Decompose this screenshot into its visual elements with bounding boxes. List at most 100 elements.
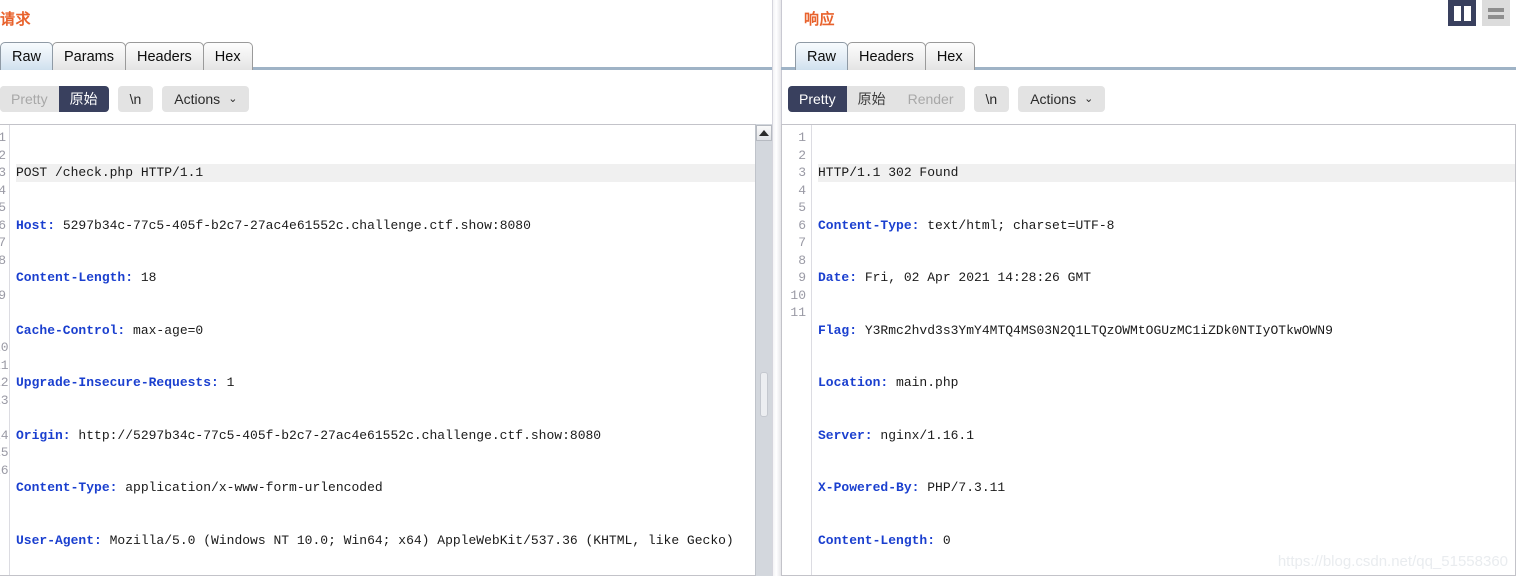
tab-response-hex[interactable]: Hex xyxy=(924,42,975,70)
request-format-segment: Pretty 原始 xyxy=(0,86,109,112)
line-number-blank xyxy=(0,304,6,322)
request-actions-label: Actions xyxy=(174,91,221,107)
line-number: 2 xyxy=(0,147,6,165)
tab-request-raw[interactable]: Raw xyxy=(0,42,54,70)
tab-request-hex[interactable]: Hex xyxy=(202,42,253,70)
request-tabstrip: Raw Params Headers Hex xyxy=(0,40,253,70)
line-number: 14 xyxy=(0,427,9,443)
response-code[interactable]: HTTP/1.1 302 Found Content-Type: text/ht… xyxy=(812,125,1515,575)
header-value: PHP/7.3.11 xyxy=(919,480,1006,495)
response-actions-label: Actions xyxy=(1030,91,1077,107)
line-number: 13 xyxy=(0,392,9,408)
line-number: 11 xyxy=(0,357,9,373)
request-pane-title: 请求 xyxy=(0,11,32,28)
line-number: 9 xyxy=(798,270,806,285)
code-line: Date: Fri, 02 Apr 2021 14:28:26 GMT xyxy=(818,269,1515,287)
header-value: 18 xyxy=(133,270,157,285)
code-line: Server: nginx/1.16.1 xyxy=(818,427,1515,445)
header-key: Cache-Control: xyxy=(16,322,126,338)
header-value: max-age=0 xyxy=(125,322,204,338)
request-code[interactable]: POST /check.php HTTP/1.1 Host: 5297b34c-… xyxy=(10,125,763,575)
line-number: 11 xyxy=(790,305,806,320)
tab-request-params[interactable]: Params xyxy=(52,42,126,70)
header-value: 5297b34c-77c5-405f-b2c7-27ac4e61552c.cha… xyxy=(55,217,531,233)
header-value: 1 xyxy=(218,375,235,390)
header-key: Content-Length: xyxy=(16,270,134,285)
chevron-down-icon: ⌄ xyxy=(1084,92,1094,105)
request-raw-button[interactable]: 原始 xyxy=(58,86,109,112)
chevron-down-icon: ⌄ xyxy=(228,92,238,105)
line-number: 1 xyxy=(798,130,806,145)
header-key: Origin: xyxy=(16,427,71,443)
response-tabstrip: Raw Headers Hex xyxy=(795,40,975,70)
code-line: Content-Length: 0 xyxy=(818,532,1515,550)
code-line: POST /check.php HTTP/1.1 xyxy=(16,164,763,182)
code-line: HTTP/1.1 302 Found xyxy=(818,164,1515,182)
response-raw-button[interactable]: 原始 xyxy=(846,86,897,112)
header-key: Host: xyxy=(16,217,56,233)
response-status-line: HTTP/1.1 302 Found xyxy=(818,165,959,180)
header-value: main.php xyxy=(888,375,959,390)
code-line: Cache-Control: max-age=0 xyxy=(16,322,763,340)
tab-request-headers[interactable]: Headers xyxy=(124,42,204,70)
response-actions-button[interactable]: Actions ⌄ xyxy=(1018,86,1106,112)
code-line: Upgrade-Insecure-Requests: 1 xyxy=(16,374,763,392)
line-number-blank xyxy=(0,322,6,340)
line-number: 6 xyxy=(0,217,6,235)
code-line: Content-Type: application/x-www-form-url… xyxy=(16,479,763,497)
header-key: Upgrade-Insecure-Requests: xyxy=(16,375,219,390)
menu-icon[interactable] xyxy=(1482,0,1510,26)
response-line-numbers: 1 2 3 4 5 6 7 8 9 10 11 xyxy=(782,125,812,575)
header-value: 0 xyxy=(935,532,951,548)
response-render-button[interactable]: Render xyxy=(896,86,965,112)
header-key: Server: xyxy=(818,427,873,443)
header-key: Content-Type: xyxy=(16,480,118,495)
line-number: 6 xyxy=(798,217,806,233)
code-line: User-Agent: Mozilla/5.0 (Windows NT 10.0… xyxy=(16,532,763,550)
line-number: 15 xyxy=(0,445,9,460)
header-value: text/html; charset=UTF-8 xyxy=(919,217,1115,233)
request-actions-button[interactable]: Actions ⌄ xyxy=(162,86,250,112)
burp-repeater-window: 请求 Raw Params Headers Hex Pretty 原始 \n A… xyxy=(0,0,1516,576)
header-key: User-Agent: xyxy=(16,532,102,548)
header-value: Fri, 02 Apr 2021 14:28:26 GMT xyxy=(857,270,1092,285)
request-newline-button[interactable]: \n xyxy=(117,86,154,112)
line-number: 7 xyxy=(798,235,806,250)
line-number: 3 xyxy=(798,165,806,180)
split-pane-icon[interactable] xyxy=(1448,0,1476,26)
line-number: 10 xyxy=(790,287,806,303)
header-value: nginx/1.16.1 xyxy=(872,427,975,443)
line-number: 4 xyxy=(0,182,6,200)
request-toolbar: Pretty 原始 \n Actions ⌄ xyxy=(0,86,250,112)
request-pane: 请求 Raw Params Headers Hex Pretty 原始 \n A… xyxy=(0,0,772,576)
window-icon-group xyxy=(1448,0,1510,26)
header-key: Location: xyxy=(818,375,889,390)
scroll-up-arrow-icon[interactable] xyxy=(756,125,772,141)
line-number: 1 xyxy=(0,129,6,147)
header-key: Content-Length: xyxy=(818,532,936,548)
tab-response-headers[interactable]: Headers xyxy=(847,42,926,70)
code-line: X-Powered-By: PHP/7.3.11 xyxy=(818,479,1515,497)
code-line: Host: 5297b34c-77c5-405f-b2c7-27ac4e6155… xyxy=(16,217,763,235)
request-line-numbers: 1 2 3 4 5 6 7 8 9 10 11 12 13 14 15 16 xyxy=(0,125,10,575)
line-number: 16 xyxy=(0,462,9,478)
response-newline-button[interactable]: \n xyxy=(973,86,1010,112)
line-number: 5 xyxy=(798,200,806,215)
response-format-segment: Pretty 原始 Render xyxy=(788,86,965,112)
header-value-flag: Y3Rmc2hvd3s3YmY4MTQ4MS03N2Q1LTQzOWMtOGUz… xyxy=(857,322,1333,338)
header-key-flag: Flag: xyxy=(818,322,858,338)
request-pretty-button[interactable]: Pretty xyxy=(0,86,59,112)
scrollbar-thumb[interactable] xyxy=(760,372,768,417)
request-method-line: POST /check.php HTTP/1.1 xyxy=(16,165,204,180)
line-number: 2 xyxy=(798,147,806,163)
header-value: Mozilla/5.0 (Windows NT 10.0; Win64; x64… xyxy=(101,532,734,548)
response-pane-title: 响应 xyxy=(804,11,836,28)
request-vertical-scrollbar[interactable] xyxy=(755,124,772,576)
request-editor[interactable]: 1 2 3 4 5 6 7 8 9 10 11 12 13 14 15 16 xyxy=(0,124,764,576)
header-key: X-Powered-By: xyxy=(818,480,920,495)
code-line: Content-Type: text/html; charset=UTF-8 xyxy=(818,217,1515,235)
line-number: 10 xyxy=(0,340,9,355)
response-editor[interactable]: 1 2 3 4 5 6 7 8 9 10 11 HTTP/1.1 302 Fou… xyxy=(781,124,1516,576)
tab-response-raw[interactable]: Raw xyxy=(795,42,849,70)
response-pretty-button[interactable]: Pretty xyxy=(788,86,847,112)
